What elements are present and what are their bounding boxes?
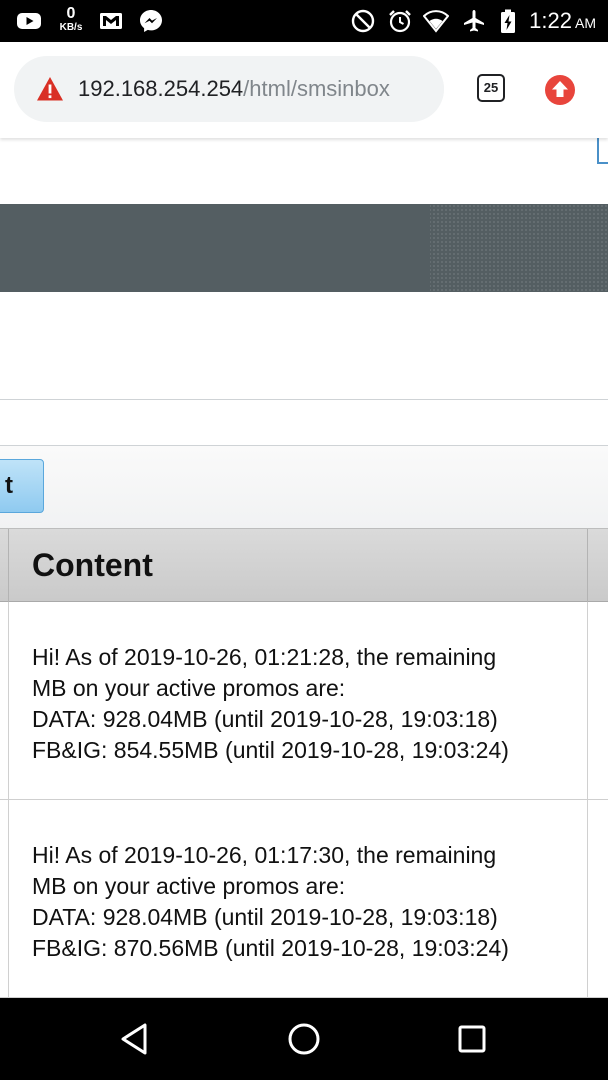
status-bar: 0 KB/s 1:22 AM xyxy=(0,0,608,42)
column-divider xyxy=(8,529,9,603)
divider xyxy=(0,399,608,400)
action-row: t xyxy=(0,446,608,528)
status-clock: 1:22 AM xyxy=(529,9,596,35)
table-row[interactable]: Hi! As of 2019-10-26, 01:17:30, the rema… xyxy=(0,800,608,998)
phone-screen: 0 KB/s 1:22 AM 192.168.254.254/html/smsi… xyxy=(0,0,608,1080)
url-path: /html/smsinbox xyxy=(243,76,390,101)
network-speed: 0 KB/s xyxy=(56,6,86,33)
message-line: MB on your active promos are: xyxy=(32,873,346,899)
home-icon[interactable] xyxy=(284,1019,324,1059)
network-speed-unit: KB/s xyxy=(59,22,83,33)
message-line: DATA: 928.04MB (until 2019-10-28, 19:03:… xyxy=(32,904,498,930)
table-row[interactable]: Hi! As of 2019-10-26, 01:21:28, the rema… xyxy=(0,602,608,800)
battery-icon xyxy=(495,8,521,34)
message-line: MB on your active promos are: xyxy=(32,675,346,701)
messenger-icon xyxy=(138,8,164,34)
message-line: Hi! As of 2019-10-26, 01:21:28, the rema… xyxy=(32,644,497,670)
message-line: Hi! As of 2019-10-26, 01:17:30, the rema… xyxy=(32,842,497,868)
youtube-icon xyxy=(16,8,42,34)
gmail-icon xyxy=(98,8,124,34)
airplane-mode-icon xyxy=(461,8,487,34)
sms-message-content: Hi! As of 2019-10-26, 01:21:28, the rema… xyxy=(32,642,582,766)
wifi-icon xyxy=(423,8,449,34)
action-button[interactable]: t xyxy=(0,459,44,513)
clock-time: 1:22 xyxy=(529,8,572,33)
url-fade xyxy=(414,56,444,122)
column-header-content[interactable]: Content xyxy=(32,547,153,583)
page-banner xyxy=(0,204,608,292)
recents-icon[interactable] xyxy=(452,1019,492,1059)
system-navigation-bar xyxy=(0,998,608,1080)
message-line: DATA: 928.04MB (until 2019-10-28, 19:03:… xyxy=(32,706,498,732)
alarm-icon xyxy=(387,8,413,34)
not-secure-warning-icon[interactable] xyxy=(36,76,64,102)
do-not-disturb-icon xyxy=(350,8,376,34)
column-divider xyxy=(587,529,588,603)
address-bar[interactable]: 192.168.254.254/html/smsinbox xyxy=(14,56,444,122)
message-line: FB&IG: 870.56MB (until 2019-10-28, 19:03… xyxy=(32,935,509,961)
table-header: Content xyxy=(0,528,608,603)
page-blank-area xyxy=(0,292,608,400)
page-header xyxy=(0,138,608,204)
column-divider xyxy=(8,800,9,998)
back-icon[interactable] xyxy=(115,1019,155,1059)
clock-ampm: AM xyxy=(575,15,596,31)
chrome-update-icon[interactable] xyxy=(544,74,576,106)
router-logo xyxy=(597,138,608,164)
network-speed-value: 0 xyxy=(66,5,76,22)
column-divider xyxy=(587,800,588,998)
browser-toolbar: 192.168.254.254/html/smsinbox 25 xyxy=(0,42,608,138)
message-line: FB&IG: 854.55MB (until 2019-10-28, 19:03… xyxy=(32,737,509,763)
column-divider xyxy=(587,602,588,800)
url-host: 192.168.254.254 xyxy=(78,76,244,101)
tab-switcher-button[interactable]: 25 xyxy=(477,74,505,102)
column-divider xyxy=(8,602,9,800)
url-text[interactable]: 192.168.254.254/html/smsinbox xyxy=(78,76,434,102)
sms-message-content: Hi! As of 2019-10-26, 01:17:30, the rema… xyxy=(32,840,582,964)
